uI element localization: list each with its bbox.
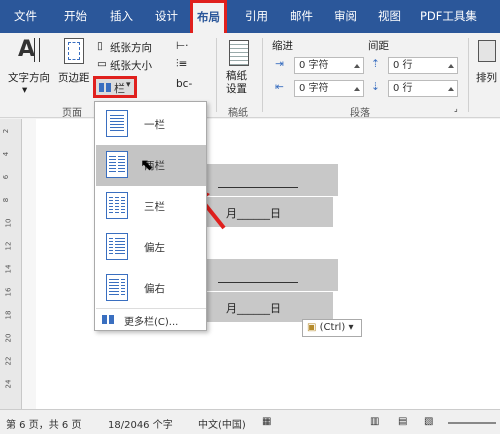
ribbon-tab-bar: 文件 开始 插入 设计 布局 引用 邮件 审阅 视图 PDF工具集 xyxy=(0,0,500,33)
size-button[interactable]: 纸张大小 xyxy=(110,58,152,73)
ruler-mark: 10 xyxy=(4,218,13,228)
tab-review[interactable]: 审阅 xyxy=(334,0,357,33)
menu-item-label: 三栏 xyxy=(144,201,165,213)
spacing-before-input[interactable]: 0 行 xyxy=(388,57,458,74)
tab-home[interactable]: 开始 xyxy=(64,0,87,33)
ruler-mark: 6 xyxy=(2,174,11,180)
ruler-mark: 4 xyxy=(2,151,11,157)
margins-button[interactable]: 页边距 xyxy=(58,70,90,85)
separator xyxy=(468,38,469,112)
columns-label: 栏 xyxy=(114,82,125,95)
separator xyxy=(262,38,263,112)
orientation-icon: ▯ xyxy=(97,40,103,52)
page-count[interactable]: 第 6 页，共 6 页 xyxy=(6,416,81,431)
menu-item-label: 偏右 xyxy=(144,283,165,295)
indent-right-icon: ⇤ xyxy=(275,81,284,93)
tab-mailings[interactable]: 邮件 xyxy=(290,0,313,33)
zoom-slider[interactable] xyxy=(448,422,496,424)
ruler-mark: 16 xyxy=(4,287,13,297)
ruler-mark: 14 xyxy=(4,264,13,274)
chevron-down-icon: ▾ xyxy=(348,322,354,333)
menu-item-one-column[interactable]: 一栏 xyxy=(96,104,206,145)
spacing-label: 间距 xyxy=(368,40,389,52)
language-status[interactable]: 中文(中国) xyxy=(198,416,246,431)
chevron-down-icon: ▾ xyxy=(126,80,131,90)
manuscript-icon xyxy=(229,40,249,66)
columns-dropdown-menu: 一栏 两栏 ⬉ 三栏 偏左 偏右 更多栏(C)... xyxy=(94,101,207,331)
group-manuscript-label: 稿纸 xyxy=(228,108,248,119)
one-column-icon xyxy=(106,110,128,137)
menu-item-right[interactable]: 偏右 xyxy=(96,268,206,309)
arrange-button[interactable]: 排列 xyxy=(476,70,497,85)
spacing-after-input[interactable]: 0 行 xyxy=(388,80,458,97)
menu-item-three-columns[interactable]: 三栏 xyxy=(96,186,206,227)
tab-references[interactable]: 引用 xyxy=(245,0,268,33)
text-direction-button[interactable]: 文字方向 xyxy=(8,70,50,85)
orientation-button[interactable]: 纸张方向 xyxy=(110,40,152,55)
menu-item-left[interactable]: 偏左 xyxy=(96,227,206,268)
two-columns-icon xyxy=(106,151,128,178)
margins-icon xyxy=(64,38,84,64)
text-direction-icon: A xyxy=(18,38,44,64)
breaks-icon[interactable]: ⊢· xyxy=(176,40,188,52)
left-column-icon xyxy=(106,233,128,260)
date-line: 月______日 xyxy=(226,302,281,315)
columns-icon xyxy=(102,315,115,324)
mouse-cursor-icon: ⬉ xyxy=(140,155,154,174)
tab-layout[interactable]: 布局 xyxy=(190,0,227,33)
read-mode-icon[interactable]: ▥ xyxy=(370,416,379,427)
menu-item-two-columns[interactable]: 两栏 ⬉ xyxy=(96,145,206,186)
ruler-mark: 24 xyxy=(4,379,13,389)
selection-highlight xyxy=(198,259,338,291)
right-column-icon xyxy=(106,274,128,301)
ruler-mark: 20 xyxy=(4,333,13,343)
indent-left-input[interactable]: 0 字符 xyxy=(294,57,364,74)
separator xyxy=(216,38,217,112)
hyphenation-icon[interactable]: bc- xyxy=(176,78,192,90)
columns-icon xyxy=(99,83,112,92)
three-columns-icon xyxy=(106,192,128,219)
columns-button[interactable]: 栏 ▾ xyxy=(93,76,137,98)
spacing-after-icon: ⇣ xyxy=(371,81,380,93)
status-bar: 第 6 页，共 6 页 18/2046 个字 中文(中国) ▦ ▥ ▤ ▧ xyxy=(0,409,500,434)
chevron-down-icon[interactable]: ▾ xyxy=(22,84,27,96)
spacing-before-icon: ⇡ xyxy=(371,58,380,70)
indent-label: 缩进 xyxy=(272,40,293,52)
tab-design[interactable]: 设计 xyxy=(155,0,178,33)
indent-left-icon: ⇥ xyxy=(275,58,284,70)
paste-options-label: (Ctrl) xyxy=(319,322,346,333)
menu-item-label: 一栏 xyxy=(144,119,165,131)
manuscript-setup-button[interactable]: 稿纸 设置 xyxy=(226,70,247,96)
tab-view[interactable]: 视图 xyxy=(378,0,401,33)
ruler-mark: 2 xyxy=(2,128,11,134)
more-columns-item[interactable]: 更多栏(C)... xyxy=(96,308,206,330)
print-layout-icon[interactable]: ▤ xyxy=(398,416,407,427)
more-columns-label: 更多栏(C)... xyxy=(124,317,179,328)
group-paragraph-label: 段落 xyxy=(350,108,370,119)
underline-blank xyxy=(218,187,298,188)
web-layout-icon[interactable]: ▧ xyxy=(424,416,433,427)
ruler-mark: 18 xyxy=(4,310,13,320)
dialog-launcher-icon[interactable]: ⌟ xyxy=(454,104,458,113)
menu-item-label: 偏左 xyxy=(144,242,165,254)
tab-file[interactable]: 文件 xyxy=(14,0,37,33)
indent-right-input[interactable]: 0 字符 xyxy=(294,80,364,97)
ruler-mark: 8 xyxy=(2,197,11,203)
vertical-ruler: 2 4 6 8 10 12 14 16 18 20 22 24 xyxy=(0,119,22,409)
size-icon: ▭ xyxy=(97,58,107,70)
ruler-mark: 22 xyxy=(4,356,13,366)
date-line: 月______日 xyxy=(226,207,281,220)
document-status-icon: ▦ xyxy=(262,416,272,427)
line-numbers-icon[interactable]: ⫶≡ xyxy=(176,58,187,71)
group-page-label: 页面 xyxy=(62,108,82,119)
arrange-icon xyxy=(478,40,496,62)
paste-options-button[interactable]: ▣ (Ctrl) ▾ xyxy=(302,319,362,337)
underline-blank xyxy=(218,282,298,283)
clipboard-icon: ▣ xyxy=(307,322,317,333)
word-count[interactable]: 18/2046 个字 xyxy=(108,416,173,431)
ruler-mark: 12 xyxy=(4,241,13,251)
tab-pdf-tools[interactable]: PDF工具集 xyxy=(420,0,477,33)
tab-insert[interactable]: 插入 xyxy=(110,0,133,33)
